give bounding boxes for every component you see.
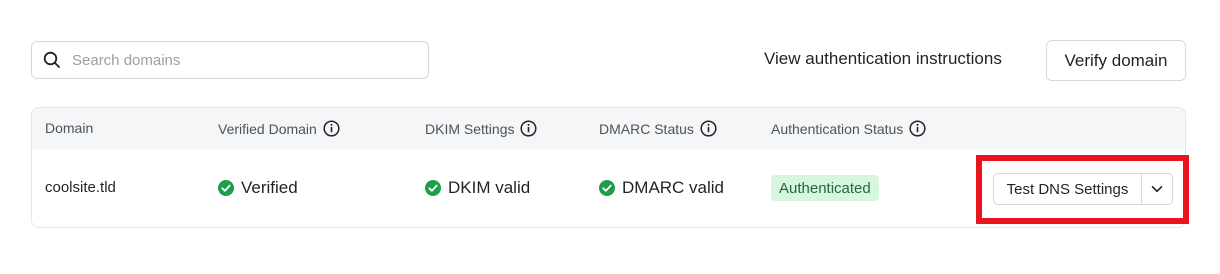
column-label: Authentication Status — [771, 120, 904, 137]
domain-cell: coolsite.tld — [45, 179, 116, 196]
dkim-cell: DKIM valid — [425, 178, 530, 198]
search-icon — [42, 50, 62, 70]
dkim-status-text: DKIM valid — [448, 178, 531, 197]
check-circle-icon — [425, 180, 441, 196]
column-header-dkim-settings: DKIM Settings — [425, 120, 538, 137]
dmarc-status-text: DMARC valid — [622, 178, 725, 197]
column-header-dmarc-status: DMARC Status — [599, 120, 717, 137]
domains-page: View authentication instructions Verify … — [0, 0, 1220, 274]
test-dns-settings-button[interactable]: Test DNS Settings — [994, 174, 1141, 204]
verify-domain-button[interactable]: Verify domain — [1046, 40, 1186, 81]
test-dns-settings-split-button: Test DNS Settings — [993, 173, 1173, 205]
more-actions-dropdown-button[interactable] — [1141, 174, 1172, 204]
check-circle-icon — [599, 180, 615, 196]
search-input[interactable] — [72, 51, 402, 69]
dmarc-cell: DMARC valid — [599, 178, 724, 198]
table-header: Domain Verified Domain DKIM Settings DMA… — [32, 108, 1185, 149]
search-box[interactable] — [31, 41, 429, 79]
domain-name: coolsite.tld — [45, 179, 116, 196]
column-label: DKIM Settings — [425, 120, 515, 137]
info-icon[interactable] — [323, 120, 340, 137]
info-icon[interactable] — [909, 120, 926, 137]
badge-label: Authenticated — [779, 179, 871, 197]
verified-cell: Verified — [218, 178, 298, 198]
info-icon[interactable] — [520, 120, 538, 137]
view-authentication-instructions-link[interactable]: View authentication instructions — [764, 49, 1002, 69]
authentication-status-badge: Authenticated — [771, 175, 879, 201]
column-label: DMARC Status — [599, 120, 694, 137]
column-header-verified-domain: Verified Domain — [218, 120, 340, 137]
column-label: Domain — [45, 120, 94, 136]
column-header-domain: Domain — [45, 120, 93, 136]
info-icon[interactable] — [700, 120, 717, 137]
column-label: Verified Domain — [218, 120, 317, 137]
column-header-authentication-status: Authentication Status — [771, 120, 926, 137]
chevron-down-icon — [1150, 182, 1164, 196]
verified-status-text: Verified — [241, 178, 298, 197]
check-circle-icon — [218, 180, 234, 196]
